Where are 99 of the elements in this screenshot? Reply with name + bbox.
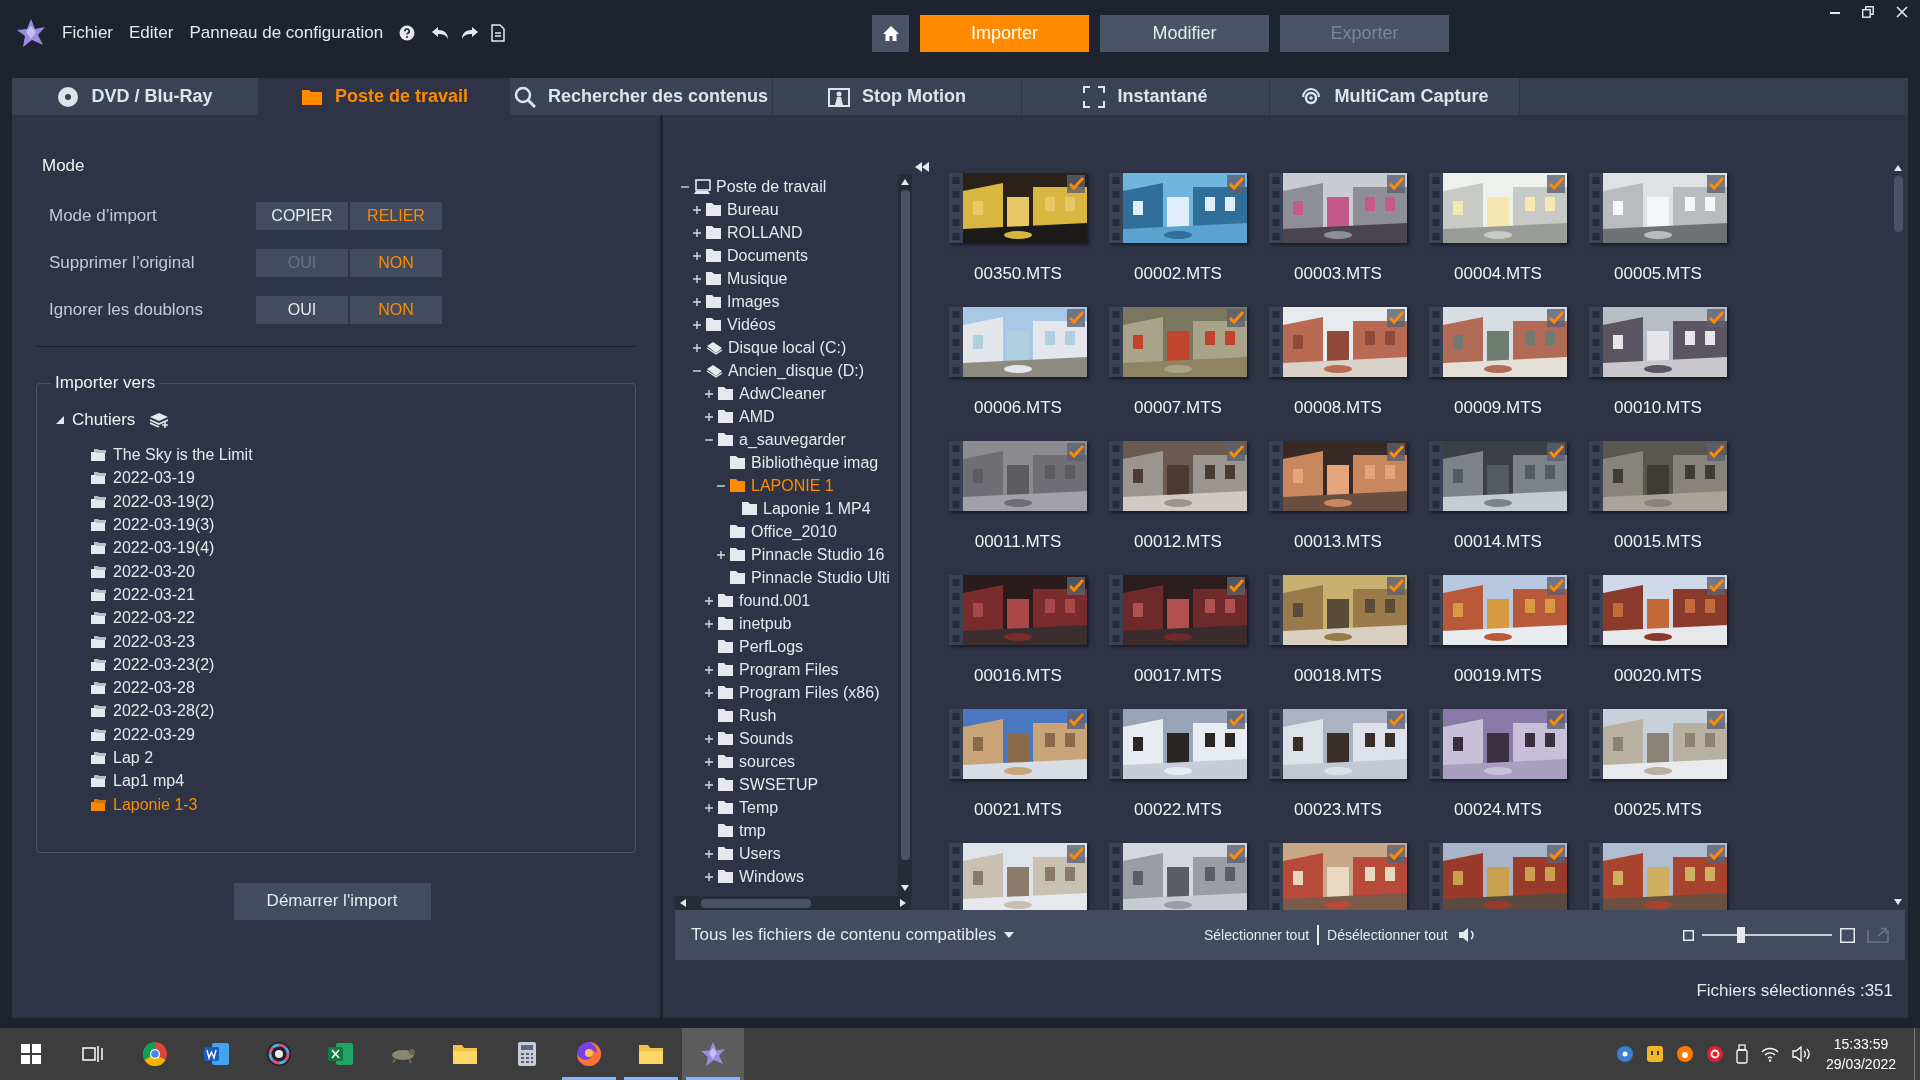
toggle-option[interactable]: NON [350,296,442,324]
select-all-link[interactable]: Sélectionner tout [1204,924,1310,946]
tree-item[interactable]: Windows [717,864,804,889]
bin-item[interactable]: 2022-03-22 [90,606,195,630]
file-name: 00015.MTS [1614,531,1702,553]
bin-item[interactable]: 2022-03-21 [90,583,195,607]
file-name: 00003.MTS [1294,263,1382,285]
bin-item[interactable]: 2022-03-28 [90,676,195,700]
bin-item[interactable]: 2022-03-19(2) [90,490,215,514]
tree-item[interactable]: Laponie 1 MP4 [741,496,871,521]
tree-item[interactable]: a_sauvegarder [717,427,846,452]
tree-item[interactable]: Ancien_disque (D:) [705,358,865,383]
bin-item[interactable]: 2022-03-28(2) [90,699,215,724]
menu-item[interactable]: Panneau de configuration [189,20,384,46]
mode-tab[interactable]: Modifier [1100,15,1269,52]
file-name: 00013.MTS [1294,531,1382,553]
file-name: 00004.MTS [1454,263,1542,285]
file-name: 00017.MTS [1134,665,1222,687]
file-name: 00020.MTS [1614,665,1702,687]
file-name: 00006.MTS [974,397,1062,419]
deselect-all-link[interactable]: Désélectionner tout [1327,924,1448,946]
file-name: 00012.MTS [1134,531,1222,553]
tree-item[interactable]: Office_2010 [729,519,837,544]
tree-item[interactable]: Program Files (x86) [717,680,880,705]
file-name: 00005.MTS [1614,263,1702,285]
bin-item[interactable]: The Sky is the Limit [90,443,253,467]
toggle-option[interactable]: OUI [256,296,348,324]
toggle-option[interactable]: RELIER [350,202,442,230]
tree-item[interactable]: Program Files [717,657,839,682]
tree-item[interactable]: AdwCleaner [717,381,827,406]
file-name: 00025.MTS [1614,799,1702,821]
bin-item[interactable]: Lap1 mp4 [90,769,185,793]
bin-item[interactable]: 2022-03-19(4) [90,536,215,560]
tree-item[interactable]: ROLLAND [705,220,803,245]
tree-item[interactable]: Bibliothèque imag [729,450,879,475]
section-title: Mode [42,155,86,177]
file-name: 00016.MTS [974,665,1062,687]
file-name: 00011.MTS [974,531,1062,553]
tree-item[interactable]: Pinnacle Studio 16 [729,542,885,567]
tab[interactable]: Stop Motion [773,78,1022,115]
clock-date[interactable]: 29/03/2022 [1825,1054,1896,1074]
tab[interactable]: DVD / Blu-Ray [12,78,259,115]
tree-item[interactable]: AMD [717,404,775,429]
tree-item[interactable]: tmp [717,818,766,843]
tree-item[interactable]: Musique [705,266,788,291]
start-import-button[interactable]: Démarrer l'import [233,882,431,920]
tree-item[interactable]: SWSETUP [717,772,819,797]
toggle-option[interactable]: COPIER [256,202,348,230]
file-name: 00008.MTS [1294,397,1382,419]
tree-item[interactable]: inetpub [717,611,792,636]
file-name: 00350.MTS [974,263,1062,285]
menu-item[interactable]: Editer [129,20,174,46]
tree-item[interactable]: LAPONIE 1 [729,473,834,498]
clock-time[interactable]: 15:33:59 [1833,1034,1889,1054]
tree-item[interactable]: Pinnacle Studio Ulti [729,565,890,590]
file-name: 00002.MTS [1134,263,1222,285]
tree-item[interactable]: PerfLogs [717,634,804,659]
file-name: 00023.MTS [1294,799,1382,821]
file-name: 00022.MTS [1134,799,1222,821]
file-name: 00007.MTS [1134,397,1222,419]
tree-item[interactable]: Poste de travail [693,174,827,199]
setting-label: Mode d’import [49,205,158,228]
bin-item[interactable]: 2022-03-29 [90,723,195,747]
tree-item[interactable]: Rush [717,703,777,728]
bin-item[interactable]: 2022-03-19(3) [90,513,215,537]
tree-item[interactable]: Disque local (C:) [705,335,847,360]
menu-item[interactable]: Fichier [62,20,113,46]
setting-label: Supprimer l’original [49,252,196,275]
bin-item[interactable]: Laponie 1-3 [90,792,198,817]
file-name: 00009.MTS [1454,397,1542,419]
tree-item[interactable]: found.001 [717,588,811,613]
file-name: 00019.MTS [1454,665,1542,687]
tree-item[interactable]: Vidéos [705,312,776,337]
toggle-option[interactable]: NON [350,249,442,277]
bin-item[interactable]: 2022-03-23(2) [90,653,215,677]
file-name: 00014.MTS [1454,531,1542,553]
tree-root-label[interactable]: Chutiers [72,406,136,433]
selection-count: Fichiers sélectionnés :351 [1696,980,1893,1002]
tab[interactable]: MultiCam Capture [1270,78,1520,115]
bin-item[interactable]: 2022-03-20 [90,560,195,584]
filter-dropdown[interactable]: Tous les fichiers de contenu compatibles [691,922,1204,948]
bin-item[interactable]: Lap 2 [90,746,154,770]
bin-item[interactable]: 2022-03-23 [90,629,195,654]
tree-item[interactable]: Bureau [705,197,779,222]
bin-item[interactable]: 2022-03-19 [90,466,195,491]
tab[interactable]: Poste de travail [259,78,510,115]
tab[interactable]: Rechercher des contenus [510,78,773,115]
file-name: 00024.MTS [1454,799,1542,821]
tree-item[interactable]: Users [717,841,781,866]
tree-item[interactable]: Temp [717,795,779,820]
file-name: 00010.MTS [1614,397,1702,419]
file-name: 00018.MTS [1294,665,1382,687]
tree-item[interactable]: sources [717,749,796,774]
setting-label: Ignorer les doublons [49,299,205,322]
tree-item[interactable]: Images [705,289,780,314]
tree-item[interactable]: Documents [705,243,808,268]
tab[interactable]: Instantané [1022,78,1270,115]
file-name: 00021.MTS [974,799,1062,821]
tree-item[interactable]: Sounds [717,726,794,751]
